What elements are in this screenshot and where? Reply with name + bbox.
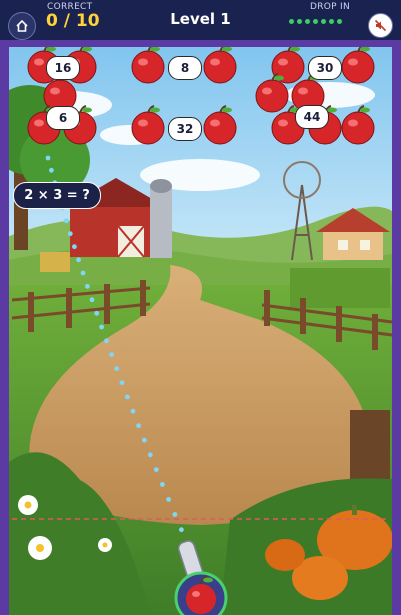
drop-dot [305,19,310,24]
mute-button[interactable] [368,13,393,38]
top-hud: CORRECT 0 / 10 Level 1 DROP IN [0,0,401,40]
game-board[interactable]: 16 8 30 6 32 44 2 × 3 = ? CORRECT 0 / 10… [0,0,401,615]
drop-dot [337,19,342,24]
drop-in-label: DROP IN [310,2,351,12]
drop-dot [321,19,326,24]
apple-launcher[interactable] [0,0,401,615]
mute-icon [374,19,387,32]
drop-in-indicator [289,19,342,24]
drop-dot [313,19,318,24]
drop-dot [329,19,334,24]
drop-dot [297,19,302,24]
drop-dot [289,19,294,24]
